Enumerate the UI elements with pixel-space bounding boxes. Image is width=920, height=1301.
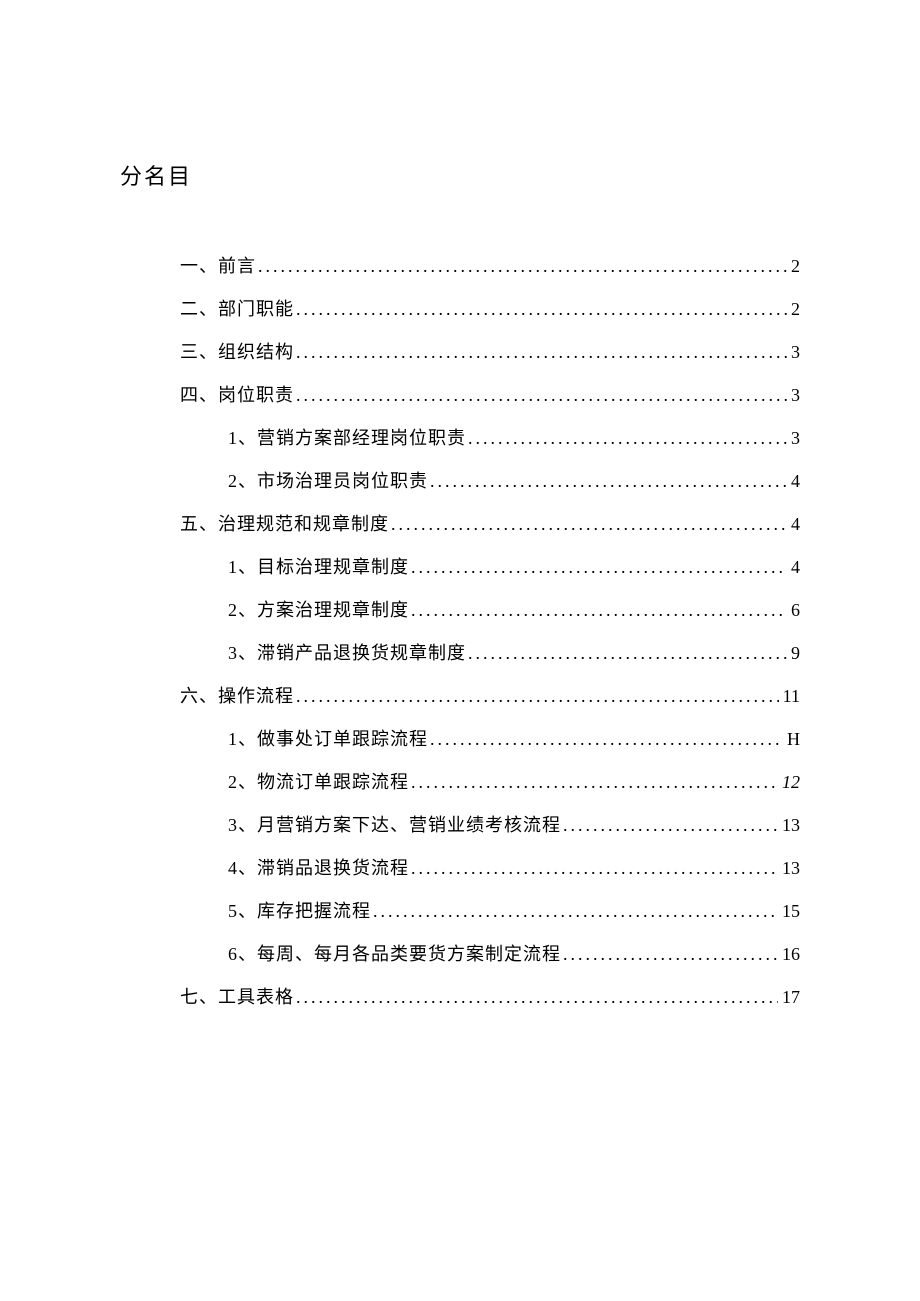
toc-label: 2、物流订单跟踪流程 — [228, 769, 409, 796]
toc-label: 三、组织结构 — [180, 339, 294, 366]
toc-entry: 四、岗位职责 3 — [180, 382, 800, 409]
toc-label: 五、治理规范和规章制度 — [180, 511, 389, 538]
toc-entry: 2、市场治理员岗位职责 4 — [180, 468, 800, 495]
toc-label: 1、做事处订单跟踪流程 — [228, 726, 428, 753]
toc-dots — [411, 855, 778, 882]
toc-label: 3、月营销方案下达、营销业绩考核流程 — [228, 812, 561, 839]
toc-entry: 4、滞销品退换货流程 13 — [180, 855, 800, 882]
toc-page: 4 — [789, 511, 800, 538]
toc-page: 3 — [789, 382, 800, 409]
toc-dots — [468, 425, 787, 452]
toc-entry: 1、做事处订单跟踪流程 H — [180, 726, 800, 753]
toc-dots — [411, 769, 778, 796]
toc-label: 七、工具表格 — [180, 984, 294, 1011]
toc-page: 12 — [780, 769, 800, 796]
toc-entry: 六、操作流程 11 — [180, 683, 800, 710]
toc-dots — [430, 468, 787, 495]
toc-entry: 2、物流订单跟踪流程 12 — [180, 769, 800, 796]
toc-page: 16 — [780, 941, 800, 968]
toc-entry: 七、工具表格 17 — [180, 984, 800, 1011]
toc-entry: 三、组织结构 3 — [180, 339, 800, 366]
toc-page: 6 — [789, 597, 800, 624]
toc-dots — [373, 898, 778, 925]
toc-label: 1、营销方案部经理岗位职责 — [228, 425, 466, 452]
toc-entry: 五、治理规范和规章制度 4 — [180, 511, 800, 538]
toc-label: 六、操作流程 — [180, 683, 294, 710]
toc-page: 13 — [780, 855, 800, 882]
toc-entry: 一、前言 2 — [180, 253, 800, 280]
toc-page: 3 — [789, 425, 800, 452]
toc-title: 分名目 — [120, 160, 800, 193]
toc-page: 4 — [789, 554, 800, 581]
toc-container: 一、前言 2 二、部门职能 2 三、组织结构 3 四、岗位职责 3 1、营销方案… — [120, 253, 800, 1011]
toc-page: 11 — [781, 683, 800, 710]
toc-label: 二、部门职能 — [180, 296, 294, 323]
toc-entry: 2、方案治理规章制度 6 — [180, 597, 800, 624]
toc-dots — [296, 339, 787, 366]
toc-dots — [430, 726, 783, 753]
toc-label: 3、滞销产品退换货规章制度 — [228, 640, 466, 667]
toc-page: 13 — [780, 812, 800, 839]
toc-entry: 1、营销方案部经理岗位职责 3 — [180, 425, 800, 452]
toc-dots — [296, 984, 778, 1011]
toc-entry: 3、月营销方案下达、营销业绩考核流程 13 — [180, 812, 800, 839]
toc-page: 9 — [789, 640, 800, 667]
toc-dots — [296, 382, 787, 409]
toc-page: 17 — [780, 984, 800, 1011]
toc-page: 4 — [789, 468, 800, 495]
toc-page: 2 — [789, 253, 800, 280]
toc-dots — [411, 554, 787, 581]
toc-page: 15 — [780, 898, 800, 925]
toc-label: 1、目标治理规章制度 — [228, 554, 409, 581]
toc-label: 2、方案治理规章制度 — [228, 597, 409, 624]
toc-entry: 5、库存把握流程 15 — [180, 898, 800, 925]
toc-label: 2、市场治理员岗位职责 — [228, 468, 428, 495]
toc-dots — [468, 640, 787, 667]
toc-entry: 6、每周、每月各品类要货方案制定流程 16 — [180, 941, 800, 968]
toc-page: H — [785, 726, 800, 753]
toc-dots — [563, 941, 778, 968]
toc-dots — [563, 812, 778, 839]
toc-dots — [391, 511, 787, 538]
toc-entry: 3、滞销产品退换货规章制度 9 — [180, 640, 800, 667]
toc-label: 6、每周、每月各品类要货方案制定流程 — [228, 941, 561, 968]
toc-page: 2 — [789, 296, 800, 323]
toc-label: 4、滞销品退换货流程 — [228, 855, 409, 882]
toc-entry: 1、目标治理规章制度 4 — [180, 554, 800, 581]
toc-dots — [258, 253, 787, 280]
toc-dots — [296, 296, 787, 323]
toc-dots — [411, 597, 787, 624]
toc-dots — [296, 683, 779, 710]
toc-label: 一、前言 — [180, 253, 256, 280]
toc-page: 3 — [789, 339, 800, 366]
toc-label: 四、岗位职责 — [180, 382, 294, 409]
toc-label: 5、库存把握流程 — [228, 898, 371, 925]
toc-entry: 二、部门职能 2 — [180, 296, 800, 323]
